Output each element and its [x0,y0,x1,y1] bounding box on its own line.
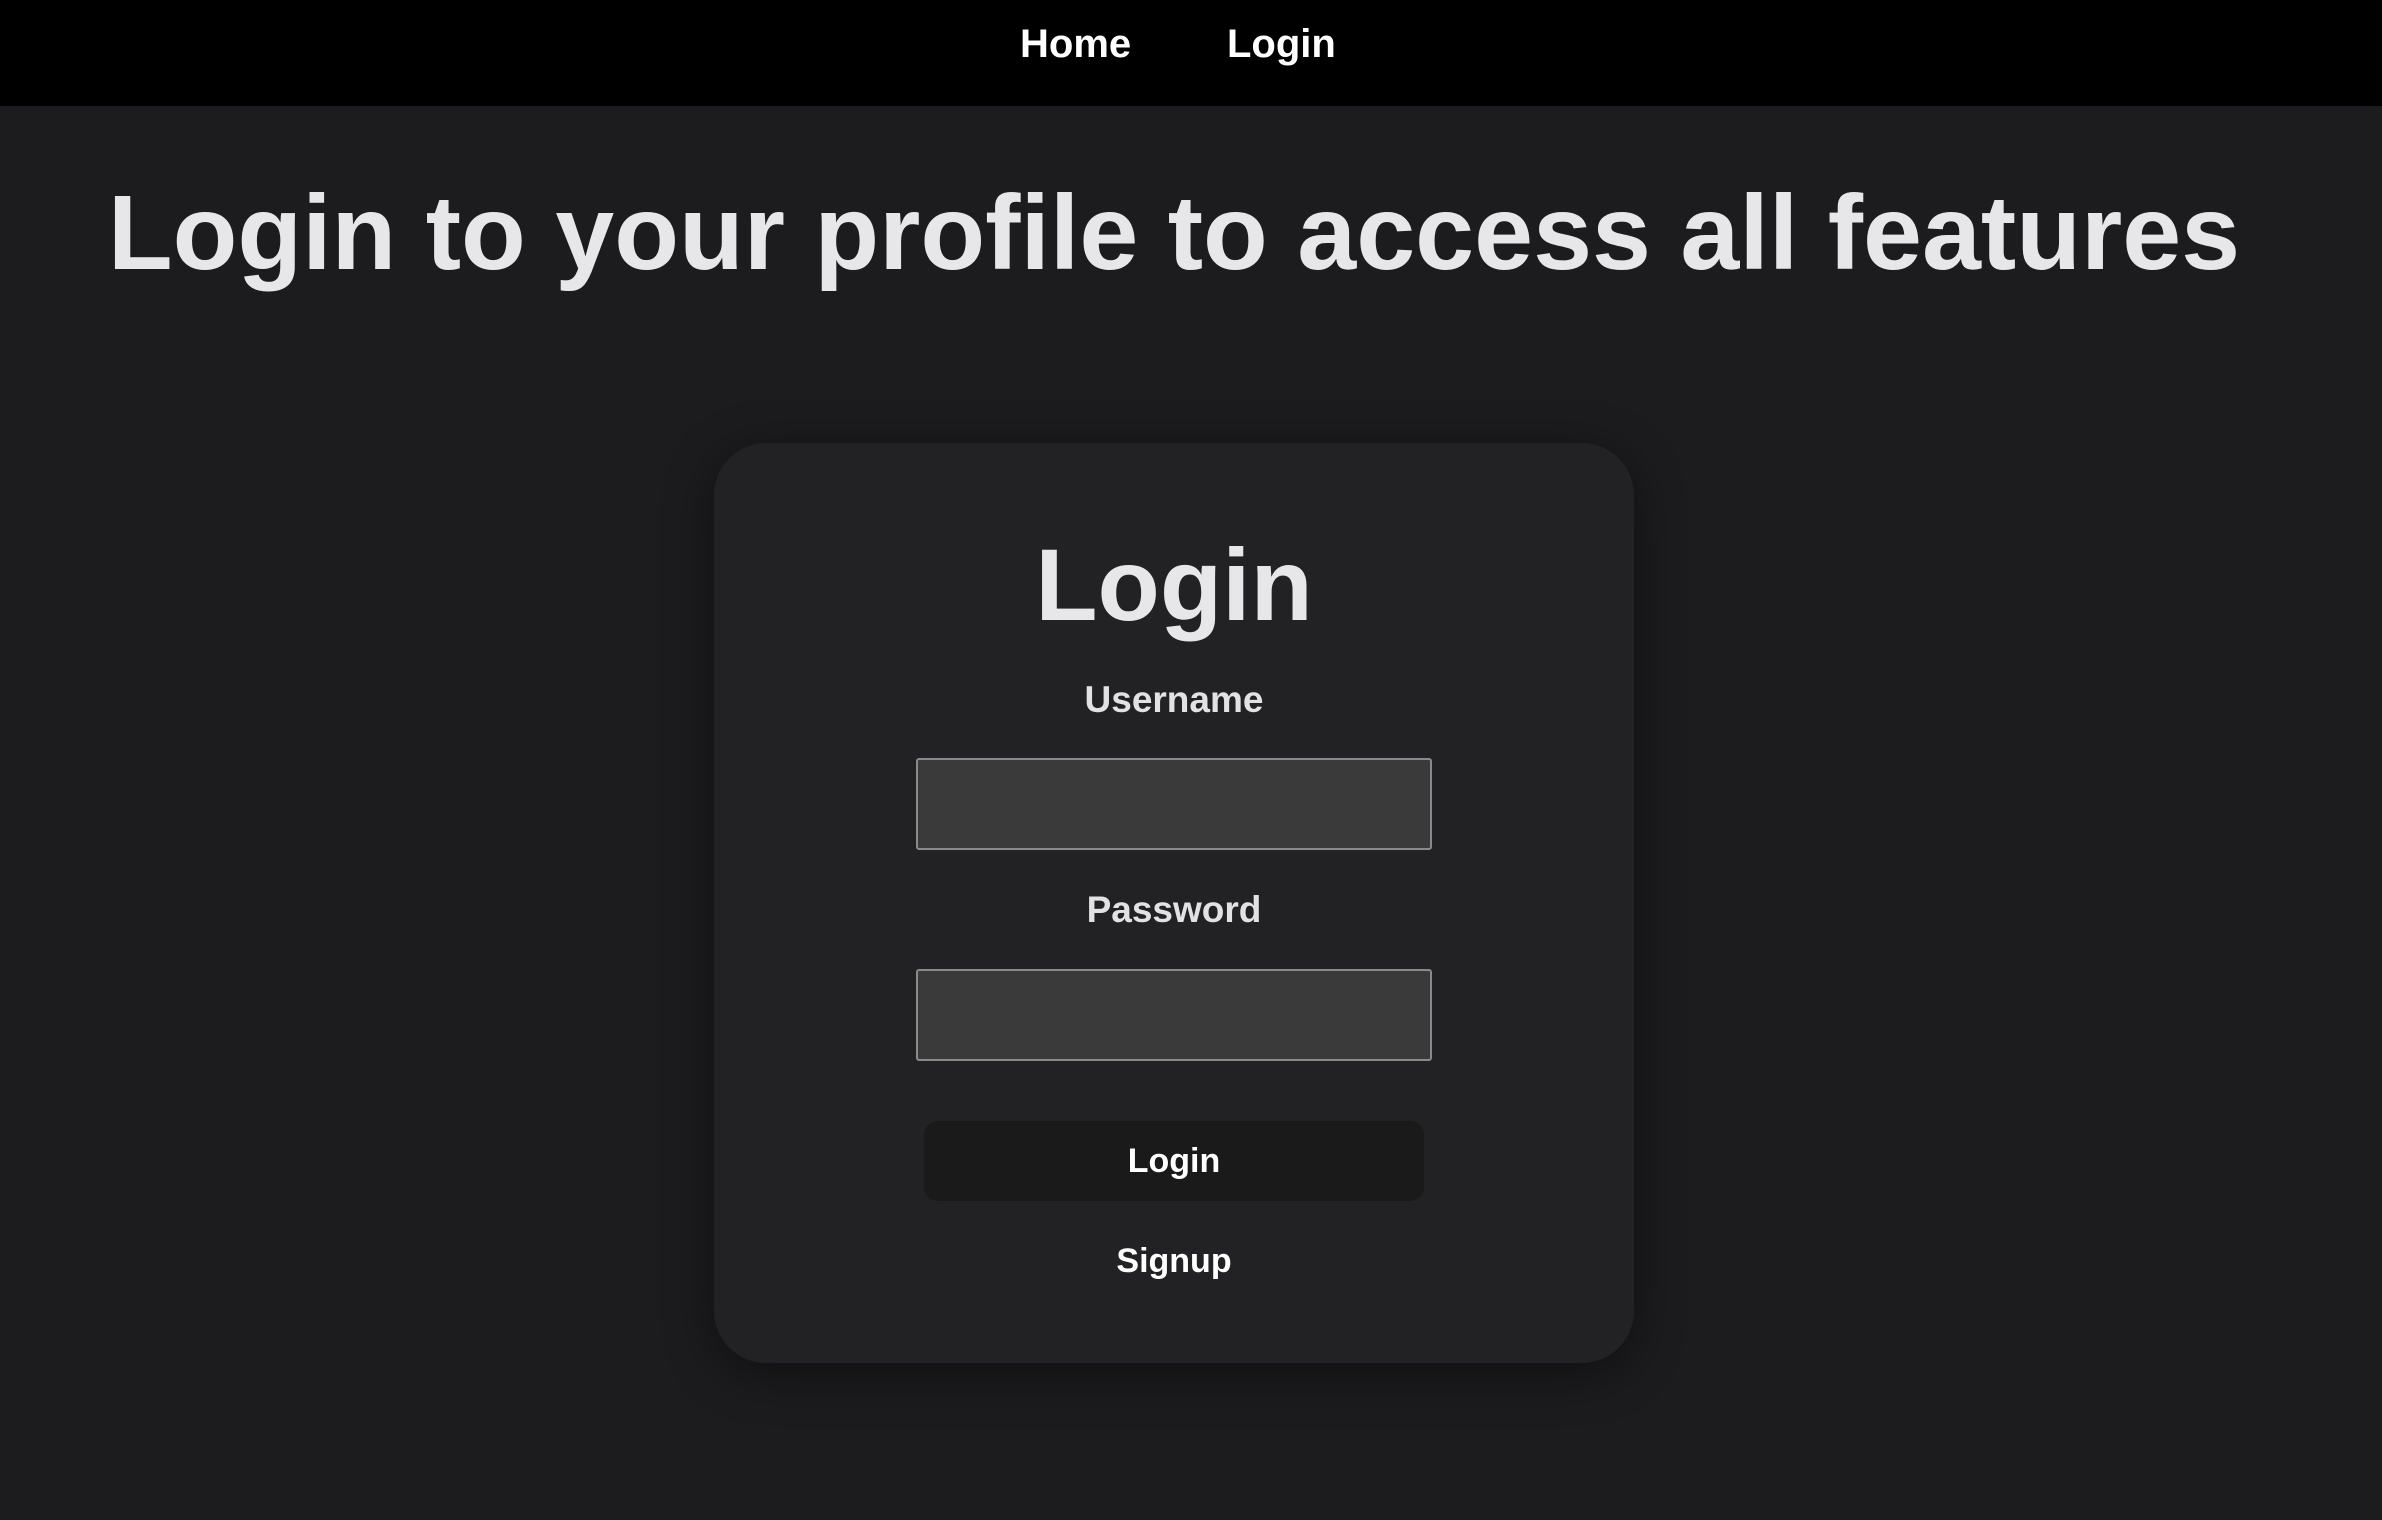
login-submit-button[interactable]: Login [924,1121,1424,1201]
top-navigation-bar: Home Login [0,0,2382,106]
username-label: Username [1084,679,1264,720]
login-card-title: Login [1035,528,1313,642]
password-label: Password [1086,889,1262,930]
signup-link[interactable]: Signup [714,1240,1634,1282]
username-input[interactable] [916,758,1432,850]
nav-link-login[interactable]: Login [1227,18,1336,70]
page-title: Login to your profile to access all feat… [107,174,2241,292]
nav-link-home[interactable]: Home [1020,18,1131,70]
password-input[interactable] [916,969,1432,1061]
login-card: Login Username Password Login Signup [714,443,1634,1363]
